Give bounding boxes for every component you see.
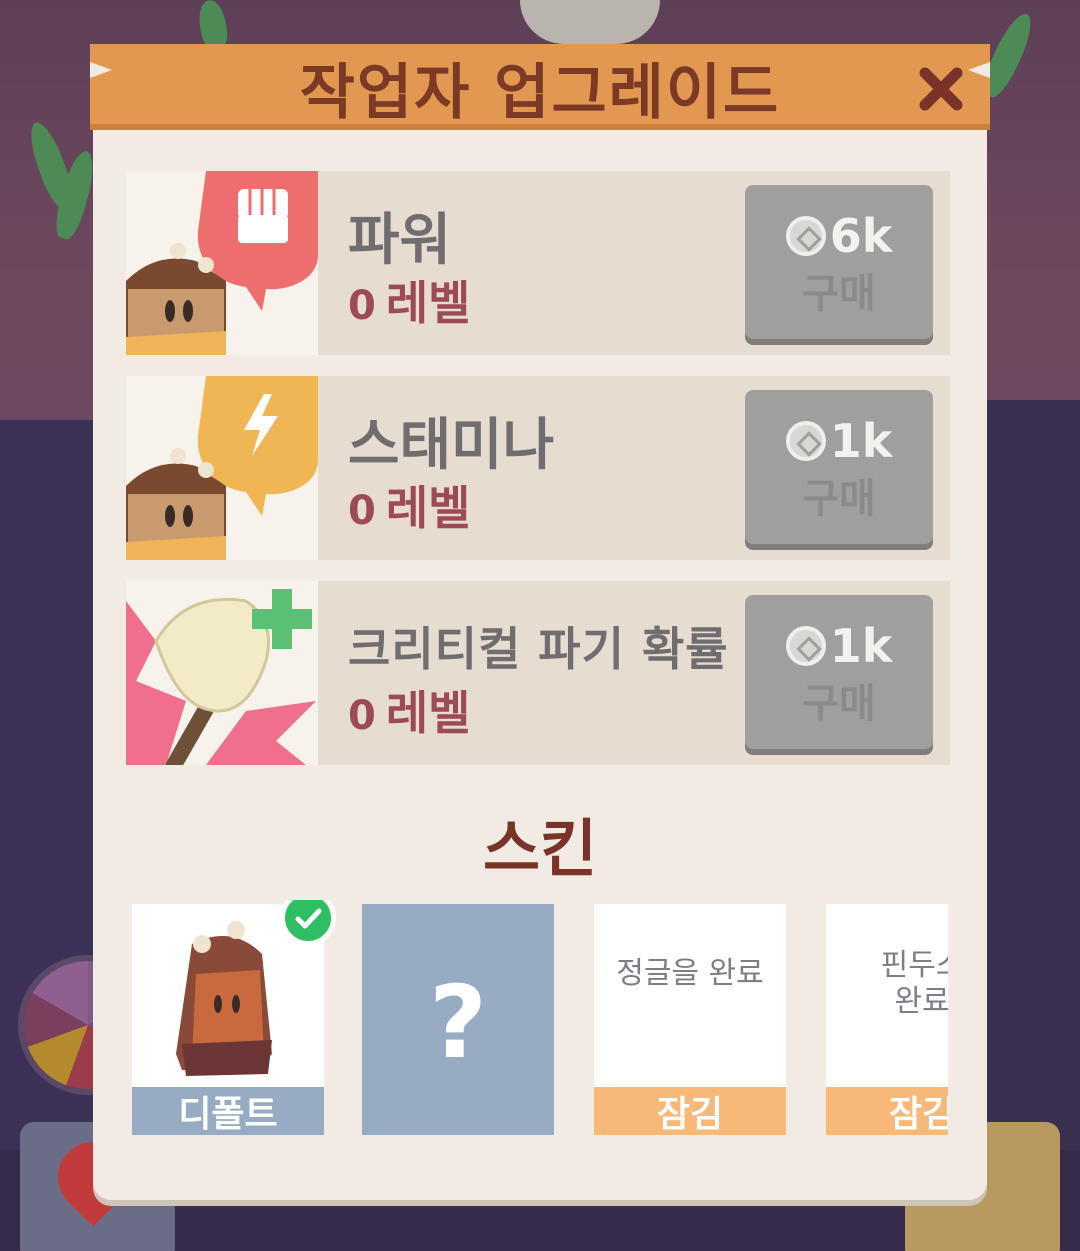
skin-card-mystery[interactable]: ? [362, 904, 554, 1135]
power-illustration [126, 171, 318, 355]
upgrade-name: 스태미나 [348, 413, 555, 478]
price-value: 6k [829, 209, 893, 263]
skin-card-findus[interactable]: 핀두스 완료 잠김 [826, 904, 948, 1135]
caveman-icon [126, 243, 226, 355]
upgrade-name: 파워 [348, 208, 452, 273]
question-mark-icon: ? [428, 964, 487, 1081]
upgrade-row-critical: 크리티컬 파기 확률 0 레벨 1k 구매 [126, 581, 950, 765]
critical-thumbnail [126, 581, 318, 765]
close-button[interactable] [908, 56, 974, 122]
upgrade-level: 0 레벨 [348, 677, 470, 743]
skin-card-default[interactable]: 디폴트 [132, 900, 336, 1135]
stamina-thumbnail [126, 376, 318, 560]
level-word: 레벨 [385, 686, 471, 740]
buy-label: 구매 [802, 681, 876, 727]
buy-label: 구매 [802, 476, 876, 522]
coin-icon [785, 421, 826, 461]
skin-footer: 잠김 [826, 1087, 948, 1135]
price-value: 1k [829, 619, 893, 673]
modal-title: 작업자 업그레이드 [299, 57, 781, 128]
price: 1k [745, 414, 933, 468]
fist-icon [238, 189, 288, 243]
skin-card-jungle[interactable]: 정글을 완료 잠김 [594, 904, 786, 1135]
skin-requirement: 핀두스 완료 [880, 948, 948, 1019]
level-word: 레벨 [385, 276, 471, 330]
price-value: 1k [829, 414, 893, 468]
level-number: 0 [348, 488, 376, 534]
price: 6k [745, 209, 933, 263]
price: 1k [745, 619, 933, 673]
upgrade-name: 크리티컬 파기 확률 [348, 622, 729, 676]
level-number: 0 [348, 283, 376, 329]
coin-icon [785, 216, 826, 256]
upgrade-level: 0 레벨 [348, 267, 470, 333]
stamina-illustration [126, 376, 318, 560]
buy-power-button[interactable]: 6k 구매 [745, 185, 933, 339]
skin-footer: 디폴트 [132, 1087, 324, 1135]
buy-critical-button[interactable]: 1k 구매 [745, 595, 933, 749]
upgrade-row-power: 파워 0 레벨 6k 구매 [126, 171, 950, 355]
coin-icon [785, 626, 826, 666]
level-word: 레벨 [385, 481, 471, 535]
background-rock [520, 0, 660, 44]
buy-label: 구매 [802, 271, 876, 317]
caveman-icon [126, 448, 226, 560]
level-number: 0 [348, 693, 376, 739]
skins-carousel[interactable]: 디폴트 ? 정글을 완료 잠김 핀두스 완료 잠김 [130, 900, 948, 1140]
buy-stamina-button[interactable]: 1k 구매 [745, 390, 933, 544]
upgrade-row-stamina: 스태미나 0 레벨 1k 구매 [126, 376, 950, 560]
close-icon [919, 67, 963, 111]
skins-title: 스킨 [482, 812, 598, 885]
skin-footer: 잠김 [594, 1087, 786, 1135]
upgrade-level: 0 레벨 [348, 472, 470, 538]
critical-illustration [126, 589, 316, 765]
power-thumbnail [126, 171, 318, 355]
skin-requirement: 정글을 완료 [616, 956, 764, 991]
